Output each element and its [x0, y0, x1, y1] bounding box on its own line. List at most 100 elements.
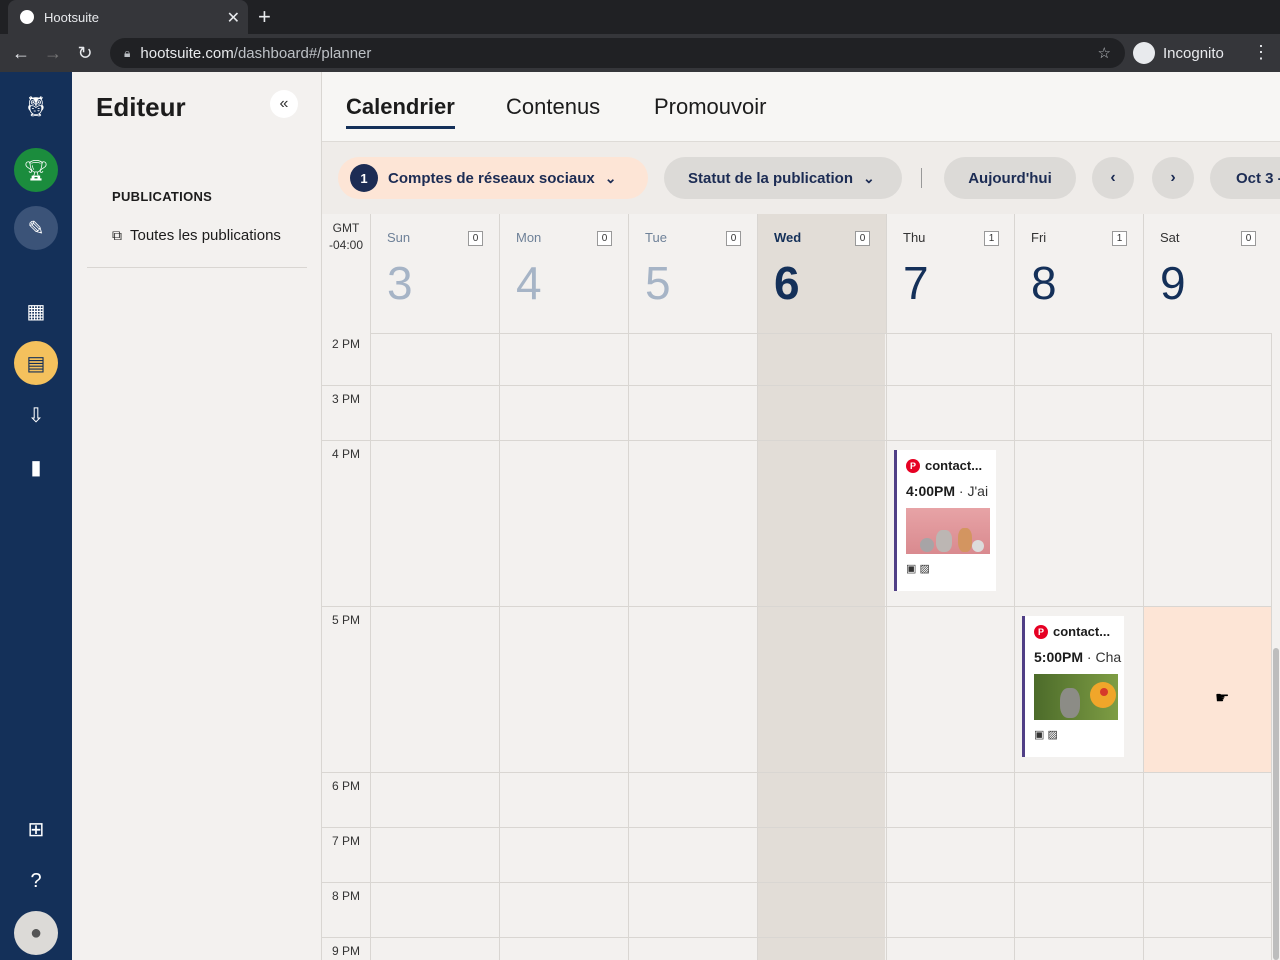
post-thumbnail: [1034, 674, 1118, 720]
post-account: P contact...: [906, 458, 996, 473]
browser-tab[interactable]: Hootsuite ✕: [8, 0, 248, 34]
chevron-down-icon: ⌄: [863, 169, 875, 186]
collapse-panel-icon[interactable]: «: [270, 90, 298, 118]
post-thumbnail: [906, 508, 990, 554]
day-header-wed[interactable]: Wed 0 6: [757, 214, 886, 334]
day-number: 4: [516, 257, 542, 309]
account-name: contact...: [1053, 624, 1111, 639]
day-header-thu[interactable]: Thu 1 7: [886, 214, 1015, 334]
hour-divider: [322, 882, 1272, 883]
incognito-badge[interactable]: Incognito: [1133, 42, 1224, 64]
tab-promote[interactable]: Promouvoir: [654, 94, 766, 120]
hovered-slot[interactable]: [1143, 607, 1271, 773]
day-number: 7: [903, 257, 929, 309]
reload-icon[interactable]: ↻: [72, 40, 98, 66]
day-header-sun[interactable]: Sun 0 3: [370, 214, 499, 334]
analytics-icon[interactable]: ▮: [14, 445, 58, 489]
day-name: Mon: [516, 230, 542, 245]
address-bar-row: ← → ↻ 🔒︎ hootsuite.com/dashboard#/planne…: [0, 34, 1280, 72]
week-calendar: GMT -04:00 Sun 0 3 Mon 0 4 Tue 0 5 Wed 0…: [322, 214, 1280, 960]
planner-tabs: Calendrier Contenus Promouvoir: [322, 72, 1280, 142]
calendar-small-icon: ▣: [906, 563, 917, 575]
chevron-down-icon: ⌄: [604, 169, 617, 186]
compose-icon[interactable]: ✎: [14, 206, 58, 250]
divider: [921, 168, 922, 188]
day-number: 8: [1031, 257, 1057, 309]
time-label: 7 PM: [331, 834, 360, 848]
hour-divider: [322, 937, 1272, 938]
today-column: [757, 334, 885, 960]
profile-icon[interactable]: ●: [14, 911, 58, 955]
day-header-mon[interactable]: Mon 0 4: [499, 214, 628, 334]
post-snippet: J'ai: [967, 483, 989, 499]
divider: [87, 267, 307, 268]
day-header-fri[interactable]: Fri 1 8: [1014, 214, 1143, 334]
hour-divider: [322, 772, 1272, 773]
tab-calendar[interactable]: Calendrier: [346, 94, 455, 129]
all-posts-link[interactable]: ⧉ Toutes les publications: [112, 227, 281, 244]
hour-divider: [322, 385, 1272, 386]
forward-icon[interactable]: →: [40, 40, 66, 66]
day-name: Sun: [387, 230, 411, 245]
time-label: 2 PM: [331, 337, 360, 351]
post-snippet: Cha: [1095, 649, 1122, 665]
calendar-icon[interactable]: ▤: [14, 341, 58, 385]
new-tab-icon[interactable]: +: [258, 4, 271, 30]
pinterest-icon: P: [906, 458, 920, 473]
url-path: /dashboard#/planner: [233, 44, 372, 62]
today-button[interactable]: Aujourd'hui: [944, 157, 1076, 199]
accounts-filter-label: Comptes de réseaux sociaux: [388, 169, 595, 187]
tab-title: Hootsuite: [44, 9, 99, 25]
hour-divider: [322, 606, 1272, 607]
url-field[interactable]: 🔒︎ hootsuite.com/dashboard#/planner ☆: [110, 38, 1125, 68]
post-time-value: 4:00PM: [906, 483, 956, 499]
time-label: 8 PM: [331, 889, 360, 903]
inbox-icon[interactable]: ⇩: [14, 393, 58, 437]
bookmark-star-icon[interactable]: ☆: [1098, 44, 1111, 62]
apps-icon[interactable]: ⊞: [14, 807, 58, 851]
trophy-icon[interactable]: 🏆︎: [14, 148, 58, 192]
hootsuite-favicon-icon: [20, 10, 34, 24]
publications-section-heading: PUBLICATIONS: [112, 189, 213, 204]
day-number: 9: [1160, 257, 1186, 309]
left-rail: 🦉︎ 🏆︎ ✎ ▦ ▤ ⇩ ▮ ⊞ ? ●: [0, 72, 72, 960]
time-label: 3 PM: [331, 392, 360, 406]
date-range-button[interactable]: Oct 3 -: [1210, 157, 1280, 199]
day-number: 5: [645, 257, 671, 309]
owl-logo-icon[interactable]: 🦉︎: [14, 84, 58, 128]
next-week-icon[interactable]: ›: [1152, 157, 1194, 199]
day-header-sat[interactable]: Sat 0 9: [1143, 214, 1272, 334]
dashboard-icon[interactable]: ▦: [14, 289, 58, 333]
browser-tab-strip: Hootsuite ✕ +: [0, 0, 1280, 34]
incognito-label: Incognito: [1163, 44, 1224, 62]
timezone-offset: -04:00: [328, 238, 364, 252]
account-name: contact...: [925, 458, 983, 473]
all-posts-label: Toutes les publications: [130, 227, 281, 244]
planner-main: Calendrier Contenus Promouvoir 1 Comptes…: [322, 72, 1280, 960]
column-divider: [1271, 334, 1272, 960]
help-icon[interactable]: ?: [14, 859, 58, 903]
time-label: 6 PM: [331, 779, 360, 793]
day-header-tue[interactable]: Tue 0 5: [628, 214, 757, 334]
previous-week-icon[interactable]: ‹: [1092, 157, 1134, 199]
back-icon[interactable]: ←: [8, 40, 34, 66]
scrollbar[interactable]: [1273, 648, 1279, 960]
lock-icon: 🔒︎: [124, 45, 131, 60]
post-meta-icons: ▣ ▨: [1034, 728, 1124, 741]
post-count-badge: 1: [984, 231, 999, 246]
post-count-badge: 0: [855, 231, 870, 246]
column-divider: [757, 334, 758, 960]
hour-divider: [322, 827, 1272, 828]
close-tab-icon[interactable]: ✕: [227, 8, 240, 28]
time-label: 5 PM: [331, 613, 360, 627]
editor-title: Editeur: [96, 92, 186, 122]
post-time: 5:00PM · Cha: [1034, 649, 1122, 665]
scheduled-post-card[interactable]: P contact... 4:00PM · J'ai ▣ ▨: [894, 450, 996, 591]
post-status-filter[interactable]: Statut de la publication ⌄: [664, 157, 902, 199]
post-count-badge: 0: [726, 231, 741, 246]
scheduled-post-card[interactable]: P contact... 5:00PM · Cha ▣ ▨: [1022, 616, 1124, 757]
social-accounts-filter[interactable]: 1 Comptes de réseaux sociaux ⌄: [338, 157, 648, 199]
browser-menu-icon[interactable]: ⋮: [1252, 42, 1270, 63]
post-count-badge: 0: [468, 231, 483, 246]
tab-content[interactable]: Contenus: [506, 94, 600, 120]
